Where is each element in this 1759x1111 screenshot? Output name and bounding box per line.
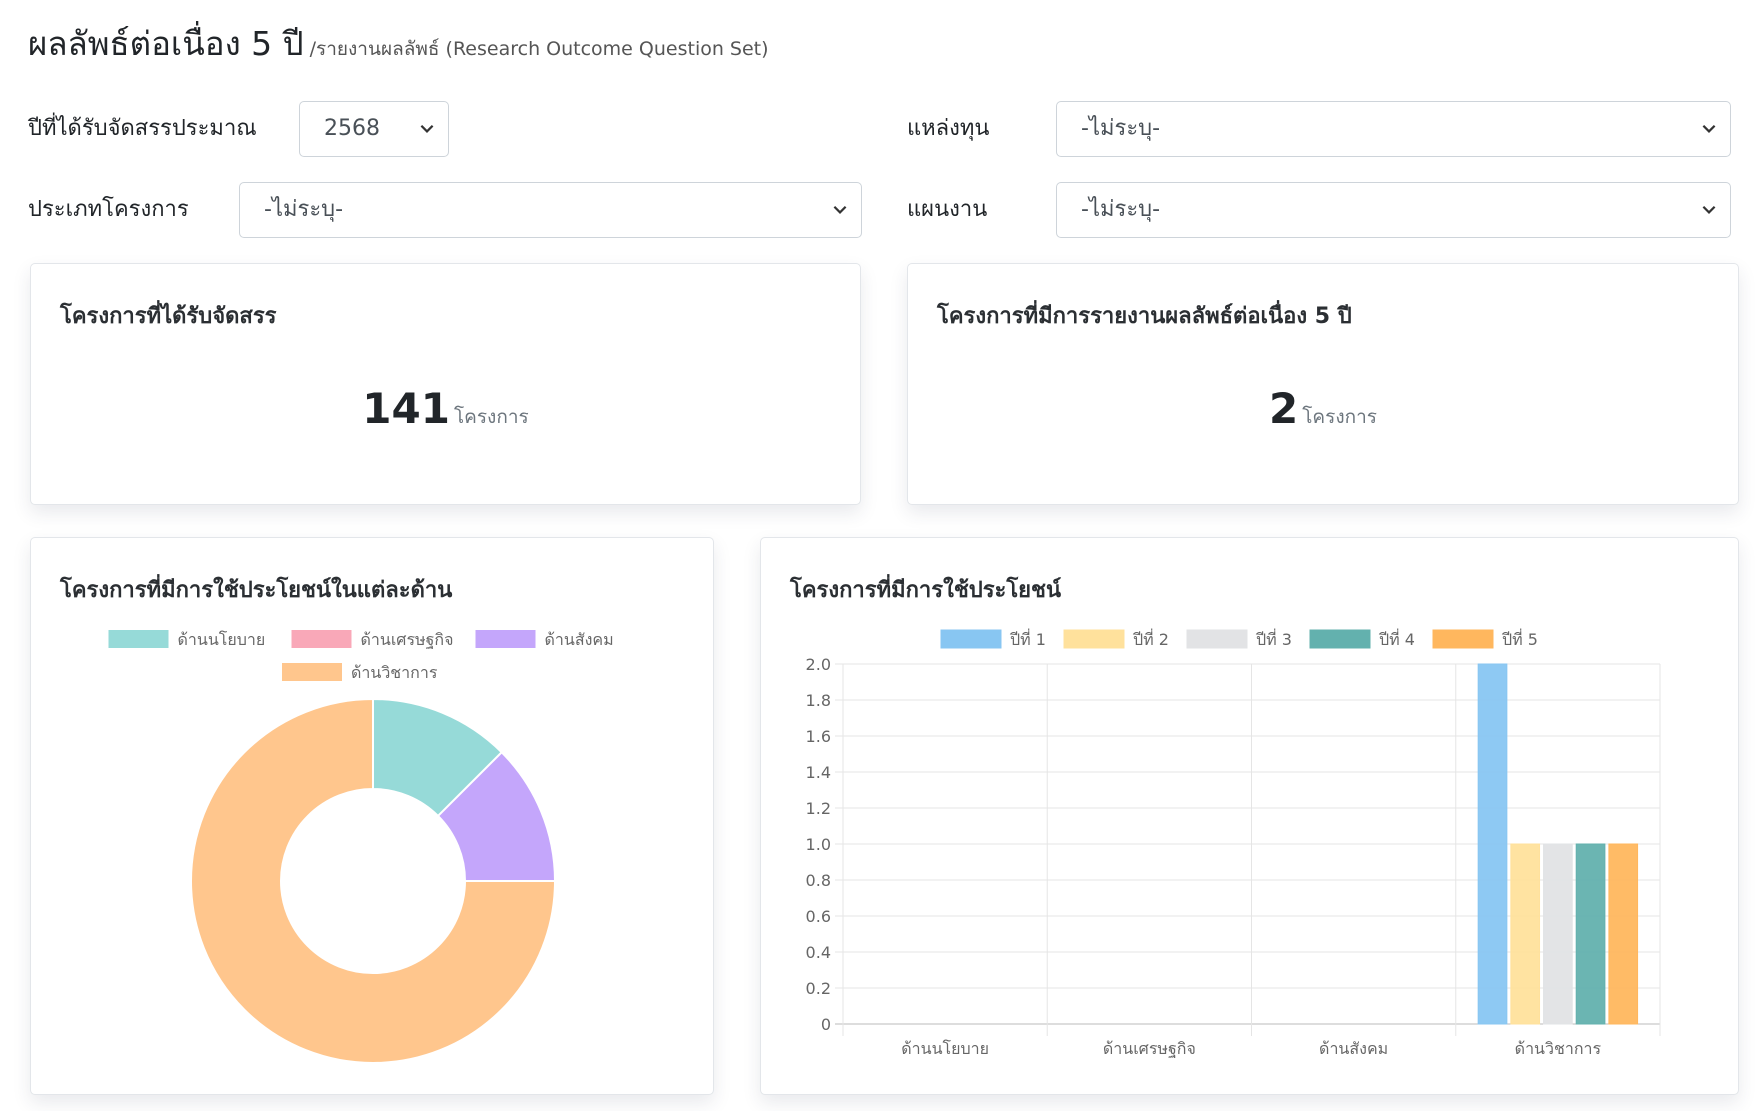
x-tick-label: ด้านเศรษฐกิจ [1103,1039,1196,1058]
bar-year-4-cat-4 [1575,843,1606,1025]
bar-year-3-cat-4 [1543,843,1573,1025]
y-tick-label: 1.8 [806,691,831,710]
plan-value: -ไม่ระบุ- [1081,197,1161,222]
page-title: ผลลัพธ์ต่อเนื่อง 5 ปี/รายงานผลลัพธ์ (Res… [28,22,769,71]
x-tick-label: ด้านนโยบาย [901,1039,989,1058]
y-tick-label: 2.0 [806,655,831,674]
budget-year-select[interactable]: 2568 [299,101,449,157]
legend-label-2: ด้านเศรษฐกิจ [361,630,454,649]
usage-doughnut-chart: ด้านนโยบาย ด้านเศรษฐกิจ ด้านสังคมด้านวิชาก… [108,630,614,1064]
chevron-down-icon [1702,124,1716,133]
legend-swatch-3 [475,630,536,648]
legend-label-year-5: ปีที่ 5 [1502,628,1538,649]
legend-swatch-4 [282,663,342,681]
budget-year-value: 2568 [324,116,380,141]
allocated-projects-stat: 141 โครงการ [31,384,860,433]
project-type-select[interactable]: -ไม่ระบุ- [239,182,862,238]
y-tick-label: 1.2 [806,799,831,818]
allocated-projects-card: โครงการที่ได้รับจัดสรร 141 โครงการ [30,263,861,505]
legend-label-year-2: ปีที่ 2 [1133,628,1169,649]
funding-source-select[interactable]: -ไม่ระบุ- [1056,101,1731,157]
page-title-text: ผลลัพธ์ต่อเนื่อง 5 ปี [28,24,304,63]
plan-select[interactable]: -ไม่ระบุ- [1056,182,1731,238]
funding-source-label: แหล่งทุน [907,116,990,141]
reported-projects-count: 2 [1268,384,1299,433]
legend-swatch-year-3 [1186,629,1248,649]
y-tick-label: 0 [821,1015,831,1034]
allocated-projects-count: 141 [362,384,450,433]
usage-by-aspect-card: โครงการที่มีการใช้ประโยชน์ในแต่ละด้าน ด้… [30,537,714,1095]
legend-swatch-year-1 [940,629,1002,649]
legend-label-3: ด้านสังคม [545,630,614,649]
legend-label-year-4: ปีที่ 4 [1379,628,1415,649]
y-tick-label: 1.0 [806,835,831,854]
bar-year-5-cat-4 [1608,843,1639,1025]
y-tick-label: 0.8 [806,871,831,890]
project-type-label: ประเภทโครงการ [28,197,189,222]
allocated-projects-unit: โครงการ [453,406,529,428]
chevron-down-icon [833,205,847,214]
legend-swatch-year-4 [1309,629,1371,649]
reported-projects-stat: 2 โครงการ [908,384,1738,433]
x-tick-label: ด้านวิชาการ [1515,1039,1602,1058]
page-subtitle: /รายงานผลลัพธ์ (Research Outcome Questio… [309,38,769,60]
legend-label-1: ด้านนโยบาย [178,630,266,649]
plan-label: แผนงาน [907,197,988,222]
allocated-projects-title: โครงการที่ได้รับจัดสรร [60,304,277,329]
y-tick-label: 1.6 [806,727,831,746]
bar-year-1-cat-4 [1477,663,1508,1025]
bar-year-2-cat-4 [1510,843,1541,1025]
reported-projects-title: โครงการที่มีการรายงานผลลัพธ์ต่อเนื่อง 5 … [937,304,1352,329]
y-tick-label: 1.4 [806,763,831,782]
legend-label-year-3: ปีที่ 3 [1256,628,1292,649]
chevron-down-icon [1702,205,1716,214]
legend-label-4: ด้านวิชาการ [351,663,438,682]
y-tick-label: 0.2 [806,979,831,998]
usage-by-year-card: โครงการที่มีการใช้ประโยชน์ ปีที่ 1 ปีที่ … [760,537,1739,1095]
y-tick-label: 0.4 [806,943,831,962]
project-type-value: -ไม่ระบุ- [264,197,344,222]
budget-year-label: ปีที่ได้รับจัดสรรประมาณ [28,116,257,141]
chevron-down-icon [420,124,434,133]
usage-bar-chart: ปีที่ 1 ปีที่ 2 ปีที่ 3 ปีที่ 4 ปีที่ 5 0 0.2 0… [806,628,1661,1058]
legend-label-year-1: ปีที่ 1 [1010,628,1046,649]
x-tick-label: ด้านสังคม [1319,1039,1388,1058]
legend-swatch-2 [291,630,352,648]
reported-projects-unit: โครงการ [1302,406,1377,428]
legend-swatch-year-2 [1063,629,1125,649]
legend-swatch-year-5 [1432,629,1494,649]
reported-projects-card: โครงการที่มีการรายงานผลลัพธ์ต่อเนื่อง 5 … [907,263,1739,505]
y-tick-label: 0.6 [806,907,831,926]
funding-source-value: -ไม่ระบุ- [1081,116,1161,141]
legend-swatch-1 [108,630,169,648]
